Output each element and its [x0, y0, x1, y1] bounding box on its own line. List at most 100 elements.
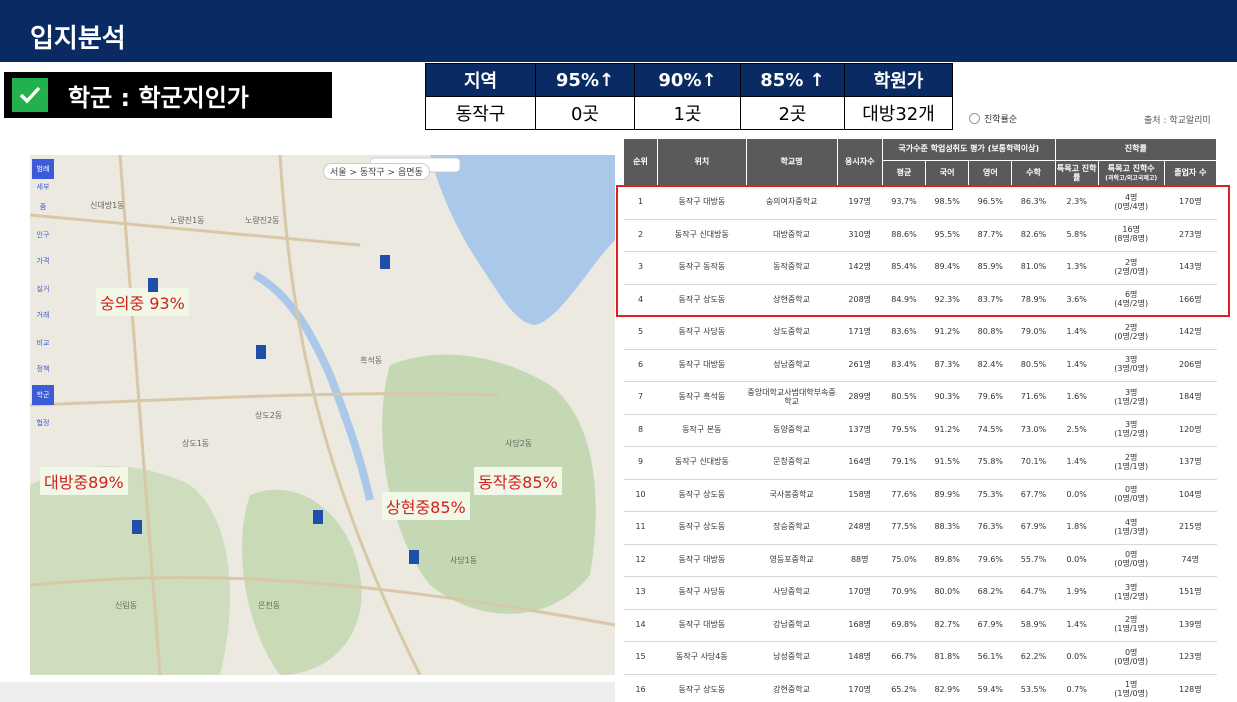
table-cell: 87.3%	[925, 349, 969, 382]
table-cell: 75.0%	[882, 544, 926, 577]
table-cell: 70.1%	[1011, 446, 1056, 480]
map-label-daebang: 대방중89%	[40, 467, 128, 495]
table-cell: 1.4%	[1055, 316, 1099, 350]
table-cell: 89.8%	[925, 544, 969, 577]
col-graduates: 졸업자 수	[1163, 160, 1218, 187]
section-label: 학군 : 학군지인가	[4, 72, 332, 118]
col-special-rate: 특목고 진학률	[1054, 160, 1099, 187]
table-cell: 동작구 상도동	[657, 511, 747, 545]
table-cell: 동작구 사당4동	[657, 641, 747, 675]
table-cell: 82.4%	[968, 349, 1012, 382]
table-cell-special-count: 2명 (1명/1명)	[1098, 609, 1165, 642]
table-cell: 0.0%	[1055, 544, 1099, 577]
map-place: 신림동	[115, 601, 138, 610]
table-cell: 90.3%	[925, 381, 969, 415]
map-place: 노량진1동	[170, 216, 205, 225]
table-row: 14 동작구 대방동 강남중학교 168명 69.8% 82.7% 67.9% 58.9% 1.…	[623, 609, 1217, 642]
map-place: 사당1동	[450, 556, 478, 565]
sort-radio[interactable]: 진학률순	[969, 112, 1017, 125]
table-cell: 91.2%	[925, 414, 969, 447]
table-cell: 0.0%	[1055, 479, 1099, 512]
table-row: 6 동작구 대방동 성남중학교 261명 83.4% 87.3% 82.4% 80.5% 1.4…	[623, 349, 1217, 382]
table-cell: 중앙대학교사범대학부속중학교	[746, 381, 838, 415]
table-cell: 81.8%	[925, 641, 969, 675]
table-cell: 77.5%	[882, 511, 926, 545]
table-cell: 동작구 흑석동	[657, 381, 747, 415]
map-place: 상도1동	[182, 439, 210, 448]
table-cell: 158명	[837, 479, 883, 512]
table-cell: 동작구 본동	[657, 414, 747, 447]
sidebar-item-trade[interactable]: 거래	[32, 305, 54, 325]
table-cell: 67.9%	[1011, 511, 1056, 545]
table-cell: 171명	[837, 316, 883, 350]
table-cell: 170명	[837, 674, 883, 702]
map-view[interactable]: 서울 > 동작구 > 읍면동 범례 세부 줌 인구 가격 실거 거래 비교 정책…	[30, 155, 615, 675]
summary-cell: 0곳	[535, 96, 635, 130]
table-cell: 248명	[837, 511, 883, 545]
school-marker-icon[interactable]	[132, 520, 142, 534]
school-marker-icon[interactable]	[380, 255, 390, 269]
table-cell: 170명	[837, 576, 883, 610]
table-cell: 88.3%	[925, 511, 969, 545]
table-cell: 문창중학교	[746, 446, 838, 480]
school-marker-icon[interactable]	[256, 345, 266, 359]
map-region-chip[interactable]: 서울 > 동작구 > 읍면동	[323, 163, 430, 180]
table-cell: 62.2%	[1011, 641, 1056, 675]
table-cell: 동작구 대방동	[657, 349, 747, 382]
table-cell-special-count: 2명 (1명/1명)	[1098, 446, 1165, 480]
table-cell: 76.3%	[968, 511, 1012, 545]
sidebar-item-agreement[interactable]: 협정	[32, 413, 54, 433]
table-cell: 동작구 사당동	[657, 576, 747, 610]
school-marker-icon[interactable]	[313, 510, 323, 524]
table-row: 10 동작구 상도동 국사봉중학교 158명 77.6% 89.9% 75.3% 67.7% 0…	[623, 479, 1217, 512]
table-row: 12 동작구 대방동 영등포중학교 88명 75.0% 89.8% 79.6% 55.7% 0.…	[623, 544, 1217, 577]
sidebar-item-school[interactable]: 학군	[32, 385, 54, 405]
map-place: 사당2동	[505, 439, 533, 448]
summary-cell: 동작구	[425, 96, 536, 130]
table-cell: 67.9%	[968, 609, 1012, 642]
sidebar-item-population[interactable]: 인구	[32, 225, 54, 245]
table-cell: 91.5%	[925, 446, 969, 480]
table-cell: 59.4%	[968, 674, 1012, 702]
table-cell: 75.8%	[968, 446, 1012, 480]
table-cell: 강현중학교	[746, 674, 838, 702]
table-cell: 168명	[837, 609, 883, 642]
section-title: 학군 : 학군지인가	[68, 83, 249, 112]
table-cell: 83.4%	[882, 349, 926, 382]
table-cell: 80.8%	[968, 316, 1012, 350]
table-cell: 1.4%	[1055, 446, 1099, 480]
table-cell: 사당중학교	[746, 576, 838, 610]
table-cell: 64.7%	[1011, 576, 1056, 610]
table-cell: 66.7%	[882, 641, 926, 675]
sidebar-item-policy[interactable]: 정책	[32, 359, 54, 379]
table-cell: 79.6%	[968, 381, 1012, 415]
highlight-box	[616, 185, 1230, 317]
table-cell: 137명	[1164, 446, 1217, 480]
sidebar-item-compare[interactable]: 비교	[32, 333, 54, 353]
school-marker-icon[interactable]	[409, 550, 419, 564]
table-cell: 80.0%	[925, 576, 969, 610]
table-cell: 79.5%	[882, 414, 926, 447]
table-cell: 80.5%	[1011, 349, 1056, 382]
table-cell: 장승중학교	[746, 511, 838, 545]
page-title: 입지분석	[30, 24, 126, 54]
sidebar-item-legend[interactable]: 범례	[32, 159, 54, 179]
sidebar-item-zoom[interactable]: 줌	[32, 197, 54, 217]
summary-header: 95%↑	[535, 63, 635, 97]
table-cell-special-count: 2명 (0명/2명)	[1098, 316, 1165, 350]
table-cell: 139명	[1164, 609, 1217, 642]
table-cell: 58.9%	[1011, 609, 1056, 642]
table-cell: 16	[623, 674, 658, 702]
table-cell: 55.7%	[1011, 544, 1056, 577]
table-cell: 89.9%	[925, 479, 969, 512]
table-cell-special-count: 1명 (1명/0명)	[1098, 674, 1165, 702]
sidebar-item-sales[interactable]: 실거	[32, 279, 54, 299]
col-location: 위치	[657, 138, 747, 187]
sidebar-item-detail[interactable]: 세부	[32, 177, 54, 197]
sidebar-item-price[interactable]: 가격	[32, 251, 54, 271]
school-marker-icon[interactable]	[148, 278, 158, 292]
table-row: 5 동작구 사당동 상도중학교 171명 83.6% 91.2% 80.8% 79.0% 1.4…	[623, 316, 1217, 350]
table-cell: 15	[623, 641, 658, 675]
radio-icon[interactable]	[969, 113, 980, 124]
table-cell-special-count: 4명 (1명/3명)	[1098, 511, 1165, 545]
